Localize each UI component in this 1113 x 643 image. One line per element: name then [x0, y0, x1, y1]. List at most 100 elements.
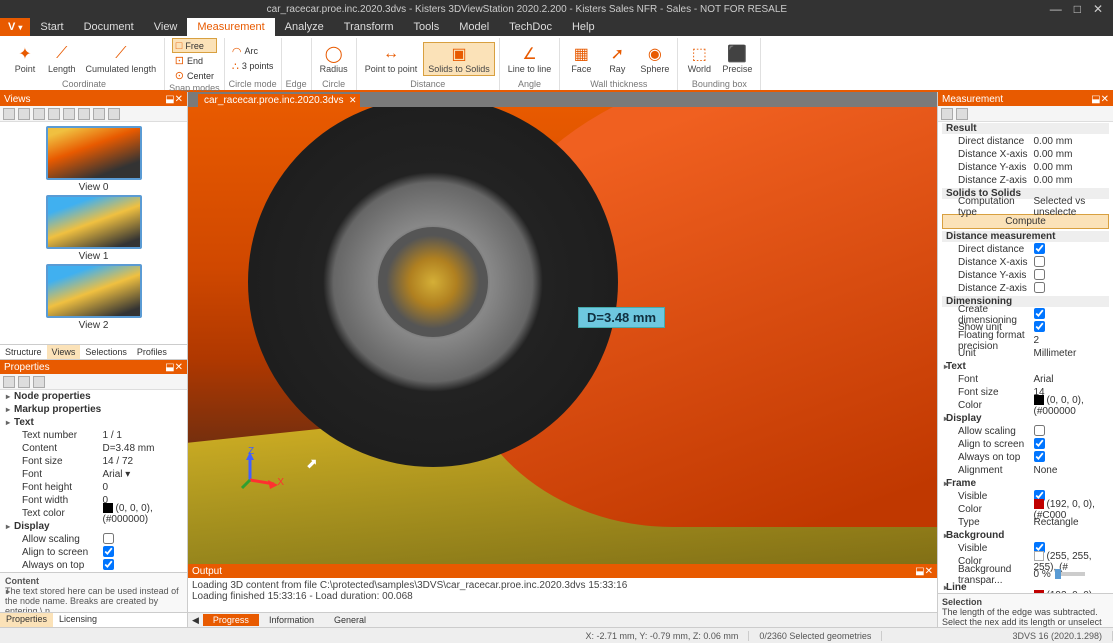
create-dim-checkbox[interactable] — [1034, 308, 1045, 319]
frame-type-value[interactable]: Rectangle — [1034, 517, 1110, 528]
pin-icon[interactable]: ⬓ — [1091, 94, 1100, 105]
tab-licensing[interactable]: Licensing — [53, 613, 103, 627]
node-properties-header[interactable]: Node properties — [4, 391, 183, 402]
tab-properties[interactable]: Properties — [0, 613, 53, 627]
sphere-button[interactable]: ◉Sphere — [636, 43, 673, 75]
font-height-value[interactable]: 0 — [103, 482, 184, 493]
tab-profiles[interactable]: Profiles — [132, 345, 172, 359]
snap-center-button[interactable]: ⊙Center — [172, 68, 217, 83]
close-tab-icon[interactable]: ✕ — [349, 95, 357, 106]
maximize-button[interactable]: □ — [1074, 2, 1081, 16]
align-checkbox[interactable] — [1034, 438, 1045, 449]
tool-icon[interactable] — [78, 108, 90, 120]
pin-icon[interactable]: ⬓ — [915, 566, 924, 577]
tab-selections[interactable]: Selections — [80, 345, 132, 359]
menu-document[interactable]: Document — [74, 18, 144, 36]
document-tab[interactable]: car_racecar.proe.inc.2020.3dvs✕ — [198, 94, 360, 107]
tab-general[interactable]: General — [324, 614, 376, 626]
scale-checkbox[interactable] — [1034, 425, 1045, 436]
close-icon[interactable]: ✕ — [175, 362, 183, 373]
app-menu[interactable]: V — [0, 18, 30, 36]
font-size-value[interactable]: 14 / 72 — [103, 456, 184, 467]
view-thumbnail[interactable] — [46, 195, 142, 249]
arc-button[interactable]: ◠Arc — [229, 44, 277, 59]
close-icon[interactable]: ✕ — [175, 94, 183, 105]
radius-button[interactable]: ◯Radius — [316, 43, 352, 75]
tool-icon[interactable] — [33, 376, 45, 388]
tool-icon[interactable] — [18, 376, 30, 388]
axis-gizmo[interactable]: Z X — [238, 452, 278, 492]
text-number-value[interactable]: 1 / 1 — [103, 430, 184, 441]
menu-start[interactable]: Start — [30, 18, 73, 36]
dm-dx-checkbox[interactable] — [1034, 256, 1045, 267]
alignment-value[interactable]: None — [1034, 465, 1110, 476]
menu-model[interactable]: Model — [449, 18, 499, 36]
dm-dz-checkbox[interactable] — [1034, 282, 1045, 293]
dm-dy-checkbox[interactable] — [1034, 269, 1045, 280]
display-header[interactable]: Display — [4, 521, 183, 532]
unit-value[interactable]: Millimeter — [1034, 348, 1110, 359]
tool-icon[interactable] — [956, 108, 968, 120]
pin-icon[interactable]: ⬓ — [165, 362, 174, 373]
computation-type-value[interactable]: Selected vs unselecte — [1034, 196, 1110, 218]
snap-end-button[interactable]: ⊡End — [172, 53, 217, 68]
menu-techdoc[interactable]: TechDoc — [499, 18, 562, 36]
menu-analyze[interactable]: Analyze — [275, 18, 334, 36]
precise-button[interactable]: ⬛Precise — [718, 43, 756, 75]
tool-icon[interactable] — [63, 108, 75, 120]
markup-properties-header[interactable]: Markup properties — [4, 404, 183, 415]
tab-views[interactable]: Views — [47, 345, 81, 359]
precision-value[interactable]: 2 — [1034, 335, 1110, 346]
menu-transform[interactable]: Transform — [334, 18, 404, 36]
result-header[interactable]: Result — [942, 123, 1109, 134]
dimension-label[interactable]: D=3.48 mm — [578, 307, 665, 328]
view-thumbnail[interactable] — [46, 264, 142, 318]
line-to-line-button[interactable]: ∠Line to line — [504, 43, 556, 75]
tool-icon[interactable] — [3, 108, 15, 120]
background-section-header[interactable]: Background — [942, 530, 1109, 541]
align-screen-checkbox[interactable] — [103, 546, 114, 557]
text-font-value[interactable]: Arial — [1034, 374, 1110, 385]
top-checkbox[interactable] — [1034, 451, 1045, 462]
tool-icon[interactable] — [3, 376, 15, 388]
point-to-point-button[interactable]: ↔Point to point — [361, 43, 422, 75]
always-top-checkbox[interactable] — [103, 559, 114, 570]
allow-scaling-checkbox[interactable] — [103, 533, 114, 544]
text-header[interactable]: Text — [4, 417, 183, 428]
distance-measurement-header[interactable]: Distance measurement — [942, 231, 1109, 242]
minimize-button[interactable]: — — [1050, 2, 1062, 16]
length-button[interactable]: ⟋Length — [44, 43, 80, 75]
tool-icon[interactable] — [33, 108, 45, 120]
pin-icon[interactable]: ⬓ — [165, 94, 174, 105]
scroll-left-icon[interactable]: ◀ — [188, 615, 203, 626]
show-unit-checkbox[interactable] — [1034, 321, 1045, 332]
point-button[interactable]: ✦Point — [8, 43, 42, 75]
content-value[interactable]: D=3.48 mm — [103, 443, 184, 454]
3d-viewport[interactable]: D=3.48 mm Z X ⬈ — [188, 107, 937, 564]
tab-progress[interactable]: Progress — [203, 614, 259, 626]
ray-button[interactable]: ➚Ray — [600, 43, 634, 75]
tool-icon[interactable] — [93, 108, 105, 120]
close-button[interactable]: ✕ — [1093, 2, 1103, 16]
tool-icon[interactable] — [18, 108, 30, 120]
display-section-header[interactable]: Display — [942, 413, 1109, 424]
tool-icon[interactable] — [941, 108, 953, 120]
tab-structure[interactable]: Structure — [0, 345, 47, 359]
tab-information[interactable]: Information — [259, 614, 324, 626]
face-button[interactable]: ▦Face — [564, 43, 598, 75]
frame-section-header[interactable]: Frame — [942, 478, 1109, 489]
dm-direct-checkbox[interactable] — [1034, 243, 1045, 254]
world-button[interactable]: ⬚World — [682, 43, 716, 75]
close-icon[interactable]: ✕ — [1101, 94, 1109, 105]
menu-view[interactable]: View — [144, 18, 188, 36]
bg-transp-value[interactable]: 0 % — [1034, 569, 1110, 580]
view-thumbnail[interactable] — [46, 126, 142, 180]
solids-to-solids-button[interactable]: ▣Solids to Solids — [423, 42, 495, 76]
tool-icon[interactable] — [108, 108, 120, 120]
text-section-header[interactable]: Text — [942, 361, 1109, 372]
snap-free-button[interactable]: □Free — [172, 38, 217, 53]
tool-icon[interactable] — [48, 108, 60, 120]
close-icon[interactable]: ✕ — [925, 566, 933, 577]
3points-button[interactable]: ∴3 points — [229, 59, 277, 74]
font-dropdown[interactable]: Arial ▾ — [103, 469, 184, 480]
